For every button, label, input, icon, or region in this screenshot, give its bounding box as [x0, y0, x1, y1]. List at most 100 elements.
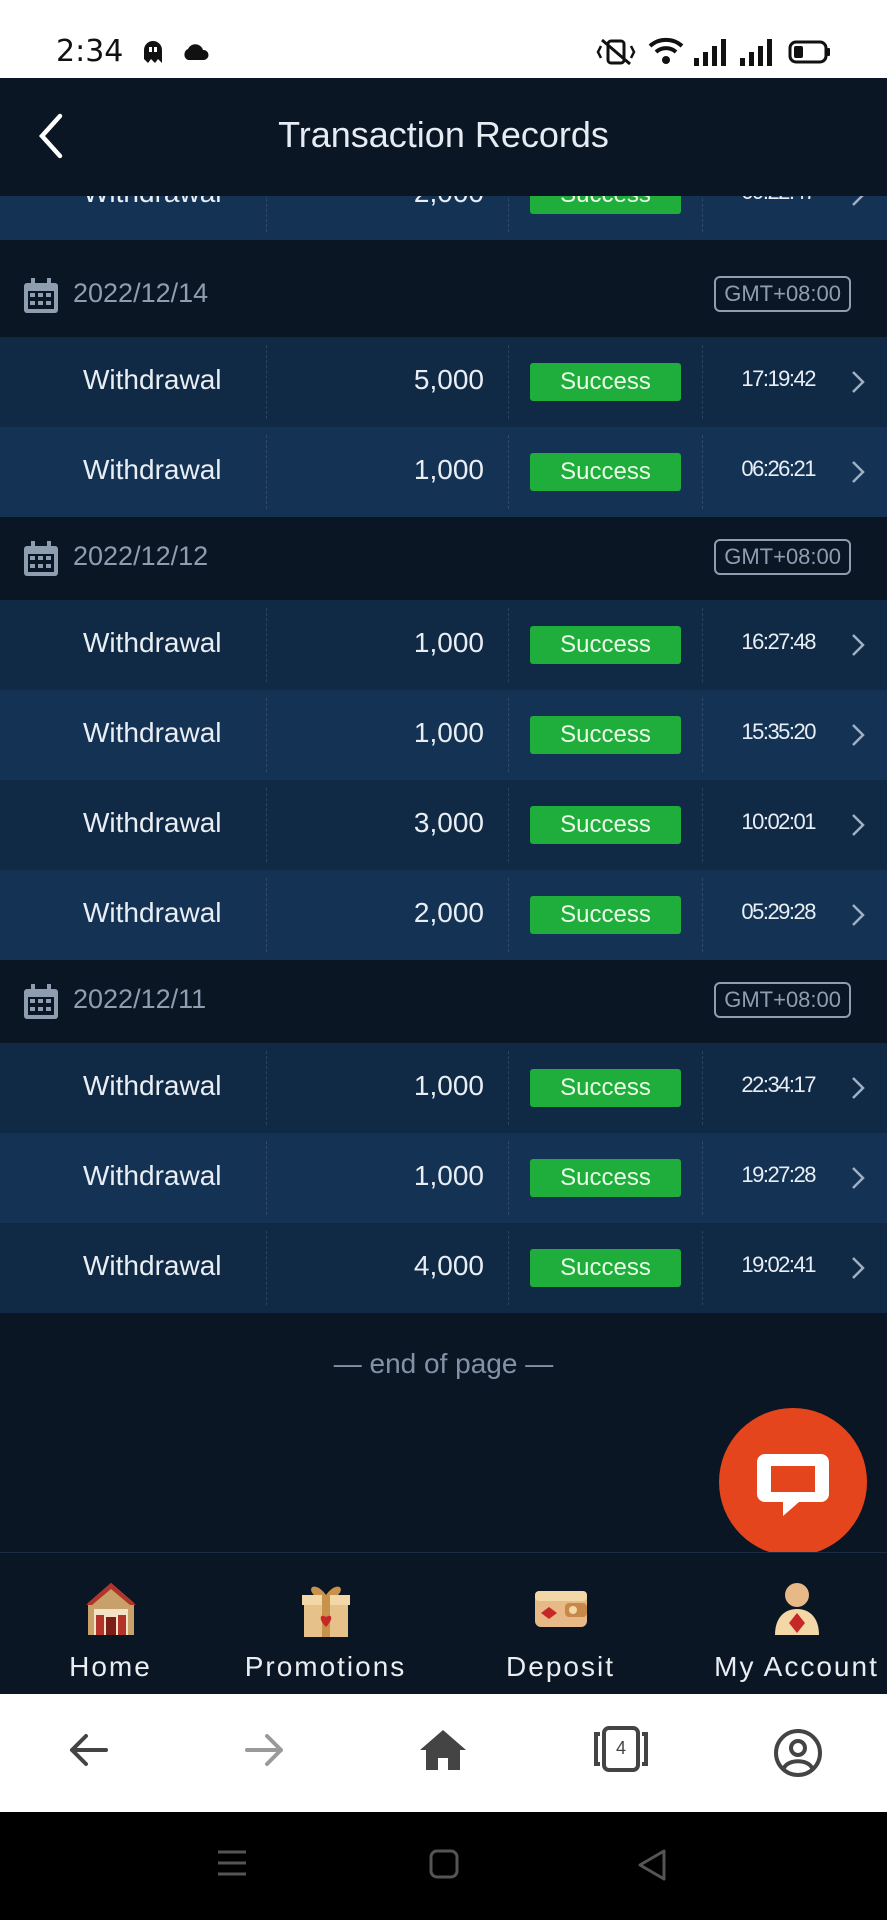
gift-icon	[301, 1586, 350, 1637]
table-row[interactable]: Withdrawal 1,000 Success 06:26:21	[0, 427, 887, 517]
transaction-time: 16:27:48	[741, 629, 816, 654]
timezone-badge: GMT+08:00	[714, 276, 851, 312]
table-row[interactable]: Withdrawal 1,000 Success 15:35:20	[0, 690, 887, 780]
transaction-amount: 1,000	[413, 1160, 484, 1191]
page-title: Transaction Records	[278, 114, 609, 155]
tab-home[interactable]: Home	[0, 1553, 221, 1694]
status-badge: Success	[530, 626, 681, 664]
transaction-amount: 1,000	[413, 1070, 484, 1101]
back-triangle-icon[interactable]	[636, 1848, 668, 1882]
browser-home-icon[interactable]	[418, 1728, 468, 1772]
system-navigation-bar	[0, 1812, 887, 1920]
table-row[interactable]: Withdrawal 2,000 Success 05:29:28	[0, 870, 887, 960]
wallet-icon	[534, 1591, 587, 1627]
tab-label: My Account	[714, 1651, 879, 1682]
bottom-tab-bar: Home Promotions Deposit My Account	[0, 1552, 887, 1694]
table-row[interactable]: Withdrawal 1,000 Success 22:34:17	[0, 1043, 887, 1133]
chevron-right-icon	[852, 634, 865, 656]
chevron-right-icon	[852, 1257, 865, 1279]
date-group-header: 2022/12/14 GMT+08:00	[0, 254, 887, 337]
chevron-right-icon	[852, 1167, 865, 1189]
transaction-amount: 1,000	[413, 627, 484, 658]
live-chat-button[interactable]	[719, 1408, 867, 1556]
transaction-time: 19:27:28	[741, 1162, 816, 1187]
status-badge: Success	[530, 1069, 681, 1107]
profile-icon[interactable]	[773, 1728, 823, 1778]
date-group-header: 2022/12/12 GMT+08:00	[0, 517, 887, 600]
transaction-amount: 3,000	[413, 807, 484, 838]
status-badge: Success	[530, 896, 681, 934]
status-time: 2:34	[56, 34, 124, 69]
status-badge: Success	[530, 806, 681, 844]
transaction-type: Withdrawal	[83, 897, 222, 928]
transaction-amount: 2,000	[413, 897, 484, 928]
status-badge: Success	[530, 363, 681, 401]
browser-forward-icon[interactable]	[243, 1728, 287, 1772]
transaction-type: Withdrawal	[83, 717, 222, 748]
transaction-time: 06:26:21	[741, 456, 816, 481]
recent-apps-icon[interactable]	[216, 1848, 248, 1878]
tab-promotions[interactable]: Promotions	[215, 1553, 436, 1694]
calendar-icon	[24, 541, 58, 576]
signal-icon	[694, 39, 726, 66]
table-row[interactable]: Withdrawal 1,000 Success 19:27:28	[0, 1133, 887, 1223]
top-app-bar: Transaction Records	[0, 78, 887, 196]
transaction-type: Withdrawal	[83, 807, 222, 838]
transaction-type: Withdrawal	[83, 364, 222, 395]
transaction-type: Withdrawal	[83, 1160, 222, 1191]
status-bar: 2:34	[0, 0, 887, 78]
account-icon	[774, 1583, 819, 1635]
mute-vibrate-icon	[596, 38, 636, 66]
calendar-icon	[24, 278, 58, 313]
transaction-amount: 4,000	[413, 1250, 484, 1281]
table-row[interactable]: Withdrawal 5,000 Success 17:19:42	[0, 337, 887, 427]
timezone-badge: GMT+08:00	[714, 982, 851, 1018]
chat-icon	[757, 1454, 829, 1516]
tab-label: Home	[69, 1651, 152, 1682]
transaction-time: 22:34:17	[741, 1072, 816, 1097]
transaction-type: Withdrawal	[83, 627, 222, 658]
transaction-time: 19:02:41	[741, 1252, 816, 1277]
status-badge: Success	[530, 453, 681, 491]
chevron-right-icon	[852, 814, 865, 836]
transaction-type: Withdrawal	[83, 454, 222, 485]
tab-label: Promotions	[244, 1651, 407, 1682]
group-date: 2022/12/11	[73, 984, 207, 1014]
table-row[interactable]: Withdrawal 3,000 Success 10:02:01	[0, 780, 887, 870]
table-row[interactable]: Withdrawal 4,000 Success 19:02:41	[0, 1223, 887, 1313]
group-date: 2022/12/12	[73, 541, 209, 571]
browser-toolbar: 4	[0, 1694, 887, 1812]
transaction-type: Withdrawal	[83, 1070, 222, 1101]
transaction-time: 10:02:01	[741, 809, 816, 834]
wifi-icon	[648, 37, 684, 64]
browser-tabs-button[interactable]: 4	[592, 1724, 650, 1774]
transaction-amount: 5,000	[413, 364, 484, 395]
transaction-time: 15:35:20	[741, 719, 816, 744]
browser-back-icon[interactable]	[66, 1728, 110, 1772]
status-badge: Success	[530, 716, 681, 754]
chevron-right-icon	[852, 724, 865, 746]
cloud-icon	[184, 44, 209, 60]
status-badge: Success	[530, 1159, 681, 1197]
tab-label: Deposit	[506, 1651, 615, 1682]
chevron-right-icon	[852, 904, 865, 926]
table-row[interactable]: Withdrawal 1,000 Success 16:27:48	[0, 600, 887, 690]
home-button-icon[interactable]	[428, 1848, 460, 1880]
transaction-time: 05:29:28	[741, 899, 816, 924]
ghost-icon	[144, 41, 162, 63]
status-badge: Success	[530, 1249, 681, 1287]
chevron-right-icon	[852, 1077, 865, 1099]
battery-icon	[788, 40, 830, 64]
tab-my-account[interactable]: My Account	[686, 1553, 887, 1694]
transaction-amount: 1,000	[413, 717, 484, 748]
calendar-icon	[24, 984, 58, 1019]
transaction-time: 17:19:42	[741, 366, 816, 391]
home-icon	[85, 1583, 136, 1635]
transaction-type: Withdrawal	[83, 1250, 222, 1281]
chevron-right-icon	[852, 461, 865, 483]
timezone-badge: GMT+08:00	[714, 539, 851, 575]
app-screen: Withdrawal 2,000 Success 09:22:47 2022/1…	[0, 78, 887, 1694]
date-group-header: 2022/12/11 GMT+08:00	[0, 960, 887, 1043]
tab-deposit[interactable]: Deposit	[450, 1553, 671, 1694]
chevron-right-icon	[852, 371, 865, 393]
